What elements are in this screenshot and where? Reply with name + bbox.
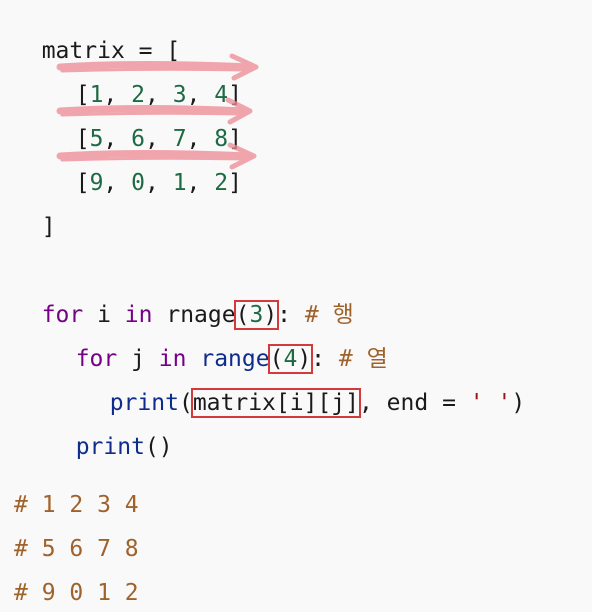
code-line-for-inner: for j in range(4): # 열 — [48, 314, 388, 374]
separator: , — [144, 170, 173, 196]
matrix-value: 9 — [89, 170, 104, 196]
code-line-for-outer: for i in rnage(3): # 행 — [14, 270, 354, 330]
matrix-row-1: [1, 2, 3, 4] — [48, 50, 242, 108]
code-line-matrix-close: ] — [14, 182, 56, 240]
matrix-value: 0 — [131, 170, 145, 196]
print-rest: , end = — [358, 390, 470, 416]
code-line-matrix-open: matrix = [ — [14, 6, 180, 64]
output-comment-1: # 1 2 3 4 — [14, 492, 139, 518]
function-print: print — [75, 434, 145, 460]
code-line-print-call: print(matrix[i][j], end = ' ') — [82, 358, 525, 418]
bracket-open: [ — [75, 170, 90, 196]
paren-close: ) — [511, 390, 526, 416]
separator: , — [103, 170, 132, 196]
string-literal: ' ' — [469, 390, 512, 416]
matrix-row-3: [9, 0, 1, 2] — [48, 138, 242, 196]
output-comment-3: # 9 0 1 2 — [14, 580, 139, 606]
matrix-close-bracket: ] — [41, 214, 56, 240]
matrix-row-2: [5, 6, 7, 8] — [48, 94, 242, 152]
paren-open: ( — [178, 390, 193, 416]
output-comment-2: # 5 6 7 8 — [14, 536, 139, 562]
separator: , — [186, 170, 215, 196]
matrix-value: 2 — [214, 170, 229, 196]
parens: () — [144, 434, 173, 460]
highlighted-print-argument: matrix[i][j] — [190, 388, 361, 418]
matrix-value: 1 — [172, 170, 187, 196]
code-line-print-empty: print() — [48, 402, 173, 460]
bracket-close: ] — [228, 170, 242, 196]
